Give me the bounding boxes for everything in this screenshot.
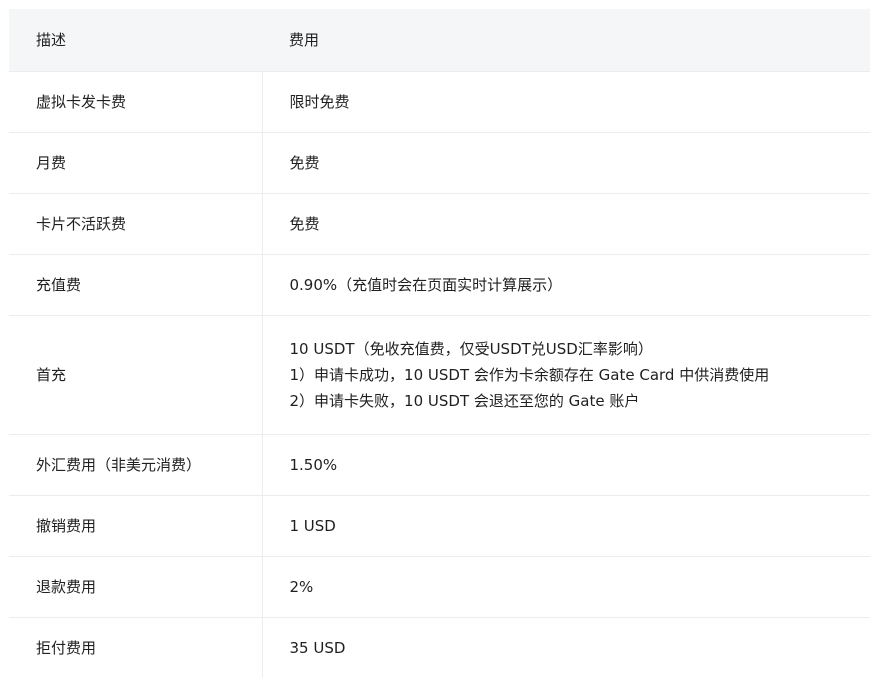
row-fee: 1.50%: [262, 433, 870, 495]
row-fee: 限时免费: [262, 70, 870, 132]
row-fee: 10 USDT（免收充值费，仅受USDT兑USD汇率影响） 1）申请卡成功，10…: [262, 314, 871, 434]
row-fee: 35 USD: [262, 616, 870, 678]
fee-line: 10 USDT（免收充值费，仅受USDT兑USD汇率影响）: [289, 339, 653, 358]
table-row: 虚拟卡发卡费 限时免费: [9, 70, 870, 132]
table-row: 充值费 0.90%（充值时会在页面实时计算展示）: [9, 253, 870, 315]
fee-lines: 10 USDT（免收充值费，仅受USDT兑USD汇率影响） 1）申请卡成功，10…: [290, 336, 871, 414]
row-description: 外汇费用（非美元消费）: [9, 433, 263, 495]
row-fee: 2%: [262, 555, 870, 617]
row-fee: 免费: [262, 131, 870, 193]
table-row: 首充 10 USDT（免收充值费，仅受USDT兑USD汇率影响） 1）申请卡成功…: [9, 314, 871, 434]
table-body: 虚拟卡发卡费 限时免费 月费 免费 卡片不活跃费 免费 充值费 0.90%（充值…: [9, 70, 871, 678]
table-row: 卡片不活跃费 免费: [9, 192, 870, 254]
row-description: 充值费: [9, 253, 263, 315]
row-description: 拒付费用: [9, 616, 263, 678]
header-fee: 费用: [262, 9, 870, 71]
table-row: 外汇费用（非美元消费） 1.50%: [9, 433, 870, 495]
row-description: 卡片不活跃费: [9, 192, 263, 254]
row-fee: 0.90%（充值时会在页面实时计算展示）: [262, 253, 870, 315]
table-row: 拒付费用 35 USD: [9, 616, 870, 678]
fee-line: 2）申请卡失败，10 USDT 会退还至您的 Gate 账户: [289, 391, 640, 410]
row-description: 月费: [9, 131, 263, 193]
row-fee: 1 USD: [262, 494, 870, 556]
fee-line: 1）申请卡成功，10 USDT 会作为卡余额存在 Gate Card 中供消费使…: [289, 365, 770, 384]
row-description: 首充: [9, 314, 263, 434]
table-header: 描述 费用: [9, 9, 870, 71]
table-row: 退款费用 2%: [9, 555, 870, 617]
fee-table: 描述 费用 虚拟卡发卡费 限时免费 月费 免费 卡片不活跃费 免费 充值费 0.…: [9, 9, 870, 678]
row-description: 虚拟卡发卡费: [9, 70, 263, 132]
row-fee: 免费: [262, 192, 870, 254]
header-description: 描述: [9, 9, 262, 71]
table-row: 撤销费用 1 USD: [9, 494, 870, 556]
table-row: 月费 免费: [9, 131, 870, 193]
row-description: 撤销费用: [9, 494, 263, 556]
header-row: 描述 费用: [9, 9, 870, 71]
row-description: 退款费用: [9, 555, 263, 617]
